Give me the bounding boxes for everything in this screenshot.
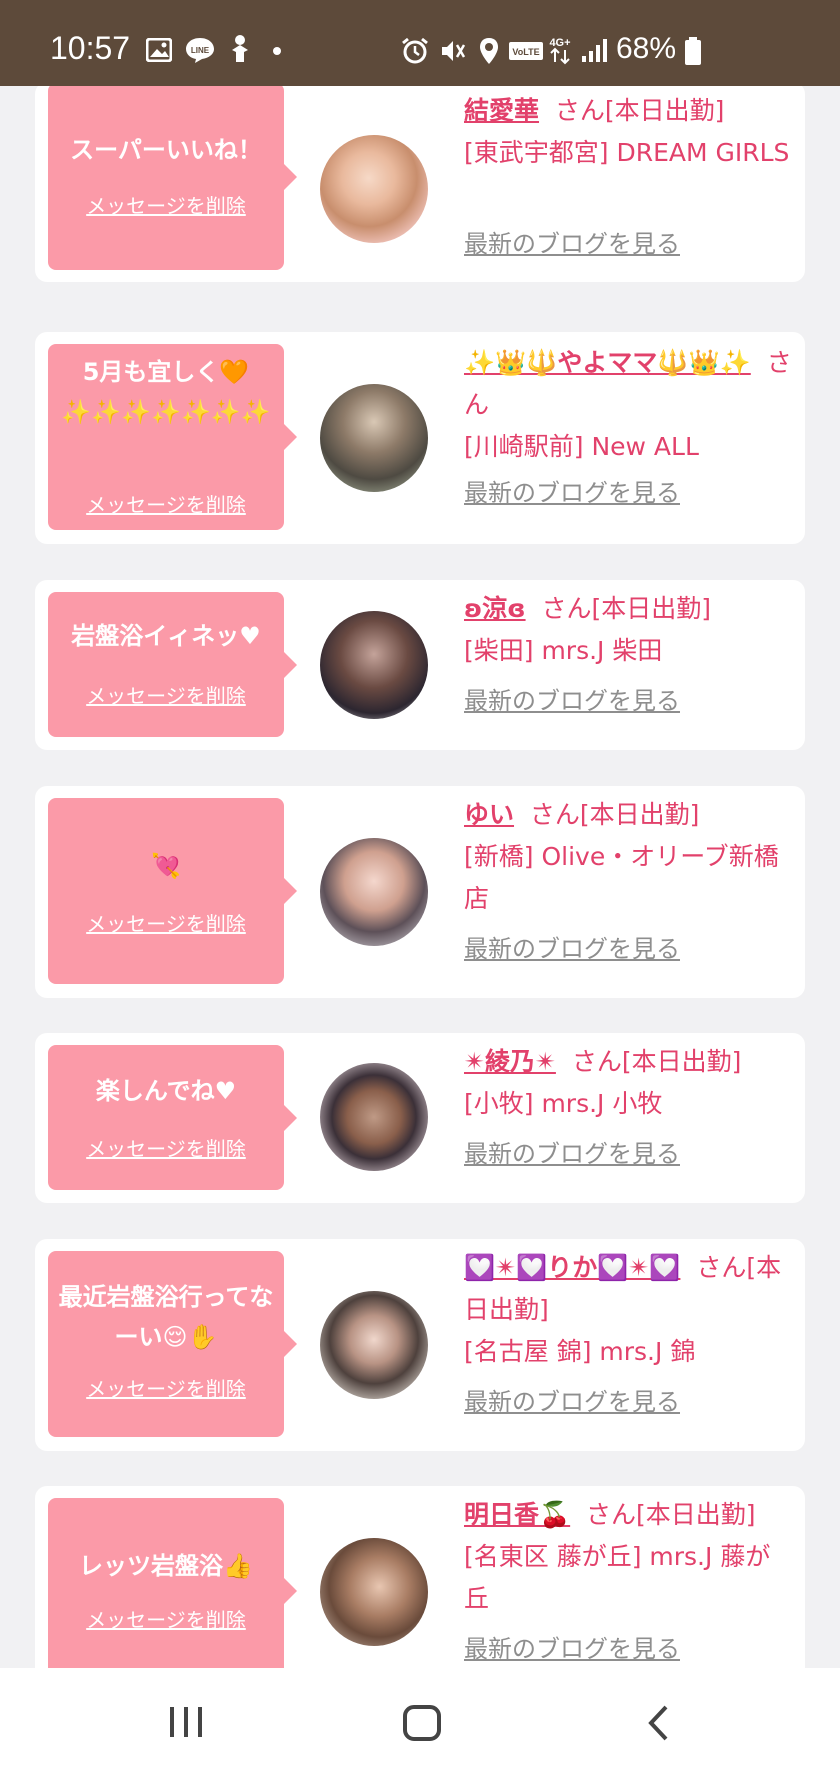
recent-apps-icon[interactable] — [168, 1705, 206, 1739]
avatar[interactable] — [320, 1063, 428, 1171]
name-suffix: さん[本日出勤] — [541, 594, 711, 623]
profile-name-link[interactable]: ✨👑🔱やよママ🔱👑✨ — [464, 348, 751, 377]
gallery-icon — [146, 38, 172, 62]
like-card: 5月も宜しく🧡✨✨✨✨✨✨✨ メッセージを削除 ✨👑🔱やよママ🔱👑✨ さん [川… — [35, 332, 805, 544]
latest-blog-link[interactable]: 最新のブログを見る — [464, 680, 680, 722]
shop-name: [小牧] mrs.J 小牧 — [464, 1089, 663, 1118]
delete-message-link[interactable]: メッセージを削除 — [48, 1373, 284, 1402]
latest-blog-link[interactable]: 最新のブログを見る — [464, 1628, 680, 1668]
name-suffix: さん[本日出勤] — [529, 800, 700, 829]
back-icon[interactable] — [646, 1704, 670, 1742]
like-card: レッツ岩盤浴👍 メッセージを削除 明日香🍒 さん[本日出勤] [名東区 藤が丘]… — [35, 1486, 805, 1668]
more-notifications-dot-icon — [273, 47, 281, 55]
shop-name: [名古屋 錦] mrs.J 錦 — [464, 1337, 696, 1366]
name-suffix: さん[本日出勤] — [586, 1500, 756, 1529]
status-bar: 10:57 LINE VoLTE 4G+ 68% — [0, 0, 840, 86]
avatar[interactable] — [320, 1538, 428, 1646]
location-icon — [480, 38, 498, 64]
shop-name: [新橋] Olive・オリーブ新橋店 — [464, 842, 779, 913]
profile-name-link[interactable]: ʚ涼ɞ — [464, 594, 526, 623]
message-bubble: 最近岩盤浴行ってなーい😌✋ メッセージを削除 — [48, 1251, 297, 1437]
name-suffix: さん[本日出勤] — [554, 96, 725, 125]
profile-name-link[interactable]: ✴綾乃✴ — [464, 1047, 556, 1076]
message-bubble: 💘 メッセージを削除 — [48, 798, 297, 984]
shop-name: [川崎駅前] New ALL — [464, 432, 699, 461]
shop-name: [柴田] mrs.J 柴田 — [464, 636, 663, 665]
line-app-icon: LINE — [186, 38, 214, 63]
like-message: 💘 — [151, 852, 181, 880]
mute-icon — [442, 41, 466, 61]
like-message: 楽しんでね♥ — [95, 1077, 237, 1105]
battery-icon — [685, 37, 701, 65]
shop-name: [名東区 藤が丘] mrs.J 藤が丘 — [464, 1542, 771, 1613]
like-message: 岩盤浴イィネッ♥ — [71, 622, 261, 650]
network-4g-icon: 4G+ — [549, 37, 571, 65]
like-message: 5月も宜しく🧡✨✨✨✨✨✨✨ — [61, 358, 271, 426]
like-card: 最近岩盤浴行ってなーい😌✋ メッセージを削除 💟✴💟りか💟✴💟 さん[本日出勤]… — [35, 1239, 805, 1451]
avatar[interactable] — [320, 384, 428, 492]
name-suffix: さん[本日出勤] — [571, 1047, 742, 1076]
message-bubble: 楽しんでね♥ メッセージを削除 — [48, 1045, 297, 1190]
latest-blog-link[interactable]: 最新のブログを見る — [464, 223, 680, 265]
avatar[interactable] — [320, 135, 428, 243]
shop-name: [東武宇都宮] DREAM GIRLS — [464, 138, 790, 167]
alarm-icon — [402, 37, 428, 64]
message-bubble: 5月も宜しく🧡✨✨✨✨✨✨✨ メッセージを削除 — [48, 344, 297, 530]
home-icon[interactable] — [402, 1704, 442, 1742]
like-message: 最近岩盤浴行ってなーい😌✋ — [58, 1283, 274, 1351]
latest-blog-link[interactable]: 最新のブログを見る — [464, 928, 680, 970]
profile-name-link[interactable]: 💟✴💟りか💟✴💟 — [464, 1253, 680, 1282]
status-time: 10:57 — [50, 30, 131, 66]
like-card: スーパーいいね！ メッセージを削除 結愛華 さん[本日出勤] [東武宇都宮] D… — [35, 86, 805, 282]
delete-message-link[interactable]: メッセージを削除 — [48, 908, 284, 937]
message-bubble: 岩盤浴イィネッ♥ メッセージを削除 — [48, 592, 297, 737]
delete-message-link[interactable]: メッセージを削除 — [48, 190, 284, 219]
svg-text:VoLTE: VoLTE — [512, 47, 539, 57]
svg-text:4G+: 4G+ — [549, 37, 570, 49]
profile-name-link[interactable]: ゆい — [464, 800, 514, 829]
svg-text:LINE: LINE — [191, 46, 210, 55]
message-bubble: レッツ岩盤浴👍 メッセージを削除 — [48, 1498, 297, 1668]
delete-message-link[interactable]: メッセージを削除 — [48, 489, 284, 518]
profile-name-link[interactable]: 結愛華 — [464, 96, 539, 125]
signal-icon — [582, 39, 607, 62]
avatar[interactable] — [320, 1291, 428, 1399]
like-card: 💘 メッセージを削除 ゆい さん[本日出勤] [新橋] Olive・オリーブ新橋… — [35, 786, 805, 998]
delete-message-link[interactable]: メッセージを削除 — [48, 680, 284, 709]
like-message: レッツ岩盤浴👍 — [79, 1552, 253, 1580]
profile-name-link[interactable]: 明日香🍒 — [464, 1500, 570, 1529]
battery-percent: 68% — [616, 32, 677, 65]
volte-icon: VoLTE — [509, 42, 543, 60]
like-message: スーパーいいね！ — [70, 136, 262, 164]
latest-blog-link[interactable]: 最新のブログを見る — [464, 472, 680, 514]
avatar[interactable] — [320, 838, 428, 946]
latest-blog-link[interactable]: 最新のブログを見る — [464, 1133, 680, 1175]
avatar[interactable] — [320, 611, 428, 719]
latest-blog-link[interactable]: 最新のブログを見る — [464, 1381, 680, 1423]
delete-message-link[interactable]: メッセージを削除 — [48, 1604, 284, 1633]
like-card: 楽しんでね♥ メッセージを削除 ✴綾乃✴ さん[本日出勤] [小牧] mrs.J… — [35, 1033, 805, 1203]
likes-feed[interactable]: スーパーいいね！ メッセージを削除 結愛華 さん[本日出勤] [東武宇都宮] D… — [0, 86, 840, 1668]
like-card: 岩盤浴イィネッ♥ メッセージを削除 ʚ涼ɞ さん[本日出勤] [柴田] mrs.… — [35, 580, 805, 750]
person-notification-icon — [232, 35, 248, 62]
delete-message-link[interactable]: メッセージを削除 — [48, 1133, 284, 1162]
message-bubble: スーパーいいね！ メッセージを削除 — [48, 86, 297, 270]
navigation-bar — [0, 1668, 840, 1773]
